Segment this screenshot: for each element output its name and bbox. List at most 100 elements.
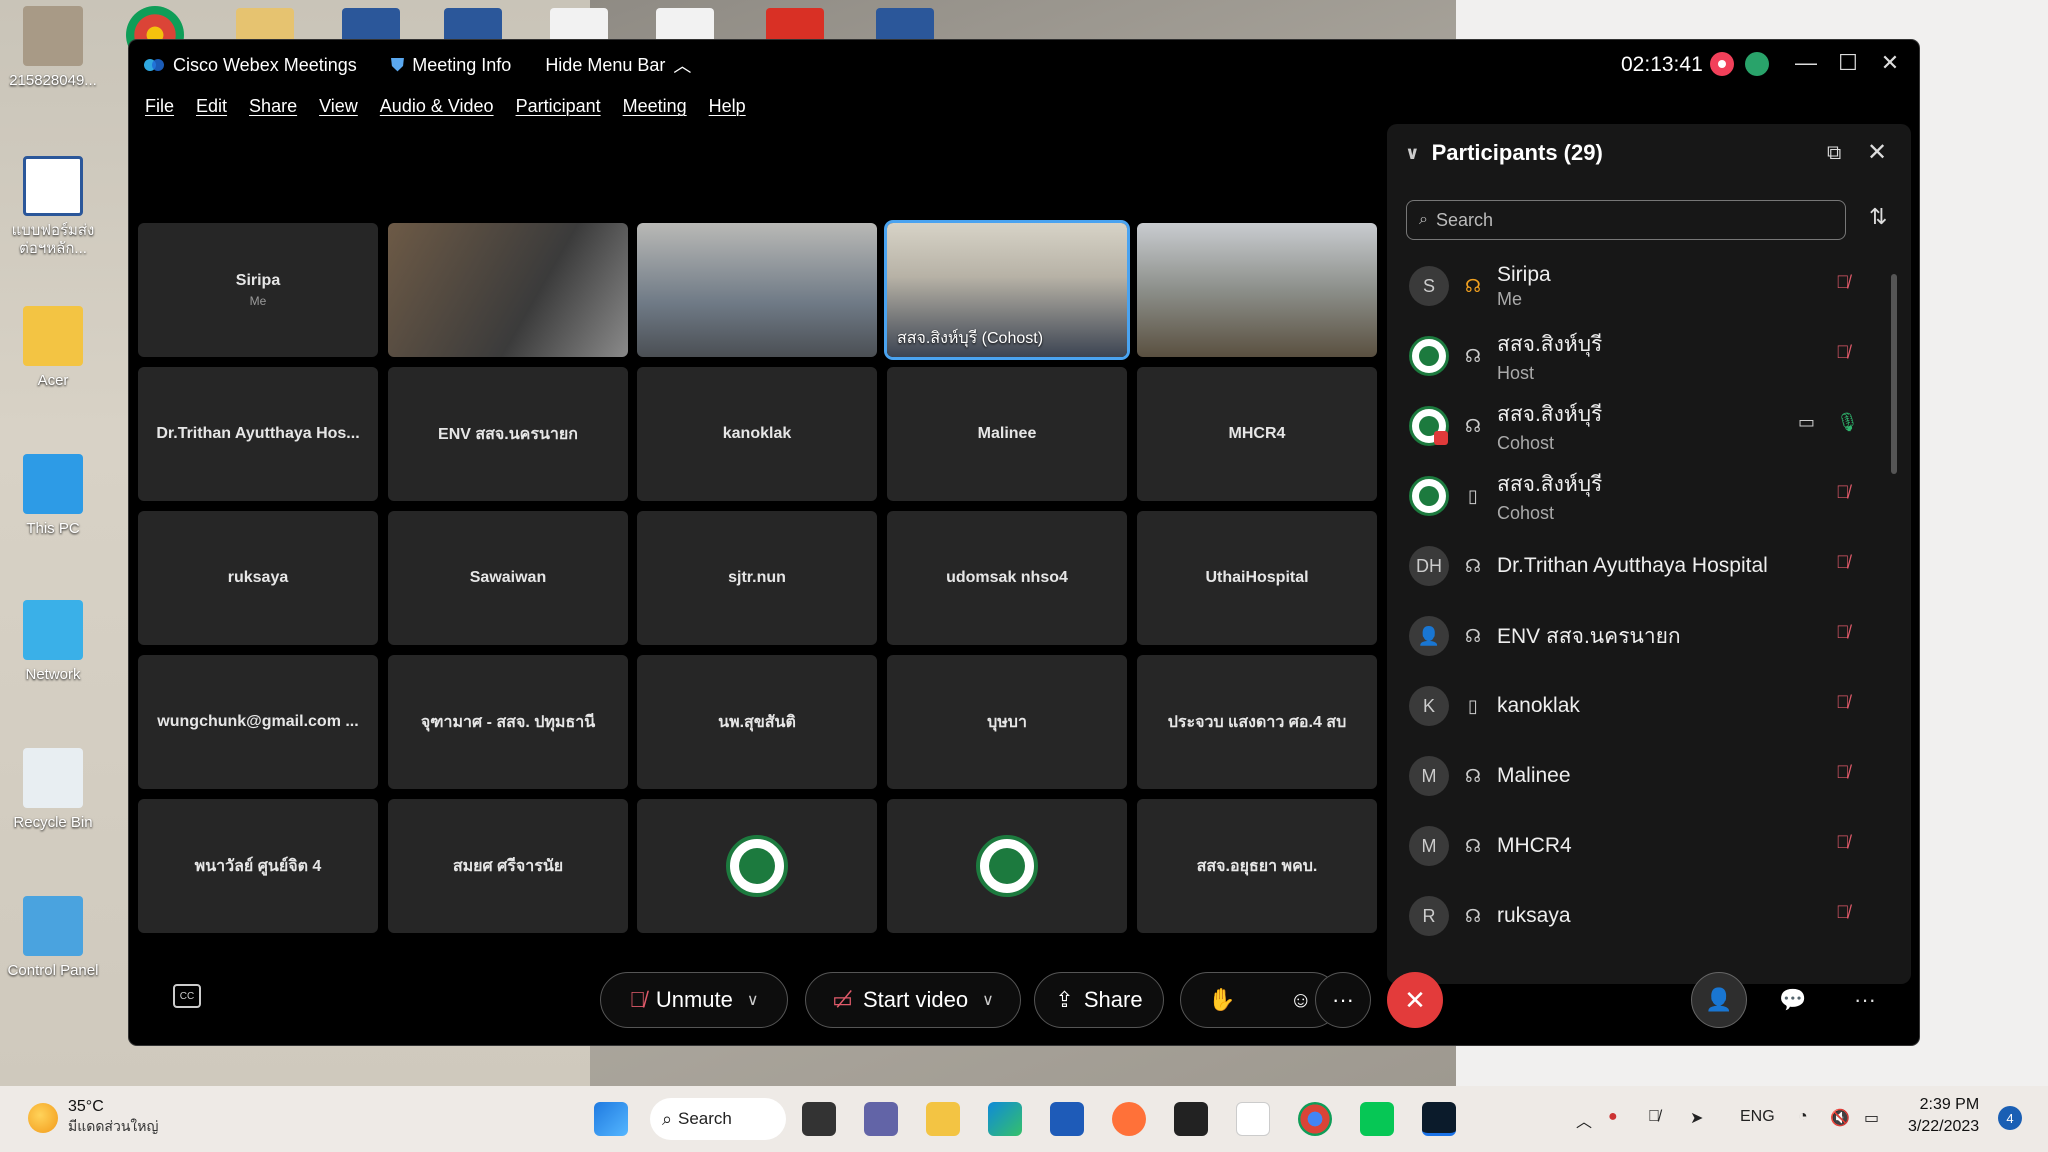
video-tile-active-speaker[interactable]: สสจ.สิงห์บุรี (Cohost) [887,223,1127,357]
video-tile-self[interactable]: Siripa Me [138,223,378,357]
video-tile-camera[interactable] [637,223,877,357]
pop-out-icon[interactable]: ⧉ [1827,142,1841,165]
video-tile[interactable]: udomsak nhso4 [887,511,1127,645]
video-tile[interactable]: UthaiHospital [1137,511,1377,645]
unmute-button[interactable]: 🎙̸ Unmute ∨ [600,972,788,1028]
chrome-icon[interactable] [1298,1102,1332,1136]
weather-widget[interactable]: 35°C มีแดดส่วนใหญ่ [28,1098,158,1138]
word-file-icon[interactable] [342,8,400,42]
muted-mic-icon[interactable]: 🎙̸ [1836,692,1850,713]
webex-taskbar-icon[interactable] [1422,1102,1456,1136]
desktop-acer-folder[interactable]: Acer [0,306,106,390]
muted-mic-icon[interactable]: 🎙̸ [1836,272,1850,293]
word-file-icon[interactable] [444,8,502,42]
chevron-down-icon[interactable]: ∨ [747,990,759,1010]
location-icon[interactable]: ➤ [1690,1108,1703,1128]
firefox-icon[interactable] [1112,1102,1146,1136]
participant-search-input[interactable]: ⌕ Search [1406,200,1846,240]
close-icon[interactable]: ✕ [1873,48,1907,78]
tray-overflow-icon[interactable]: ︿ [1576,1108,1592,1132]
menu-view[interactable]: View [319,96,358,126]
muted-mic-icon[interactable]: 🎙̸ [1836,342,1850,363]
video-tile-camera[interactable] [388,223,628,357]
participant-row[interactable]: K ▯ kanoklak 🎙̸ [1405,674,1885,738]
task-view-icon[interactable] [802,1102,836,1136]
participant-row[interactable]: M ☊ MHCR4 🎙̸ [1405,814,1885,878]
menu-meeting[interactable]: Meeting [623,96,687,126]
video-tile[interactable]: บุษบา [887,655,1127,789]
video-tile[interactable]: จุฑามาศ - สสจ. ปทุมธานี [388,655,628,789]
menu-help[interactable]: Help [709,96,746,126]
line-app-icon[interactable] [1360,1102,1394,1136]
video-tile[interactable] [887,799,1127,933]
participant-row[interactable]: M ☊ Malinee 🎙̸ [1405,744,1885,808]
folder-desktop-icon[interactable] [236,8,294,42]
menu-edit[interactable]: Edit [196,96,227,126]
video-tile[interactable]: MHCR4 [1137,367,1377,501]
participant-scrollbar[interactable] [1891,254,1897,934]
taskbar-search[interactable]: ⌕ Search [650,1098,786,1140]
tray-status-icon[interactable]: ● [1608,1108,1618,1126]
mic-muted-tray-icon[interactable]: 🎙̸ [1648,1108,1660,1126]
participant-row[interactable]: ☊ สสจ.สิงห์บุรี Host 🎙̸ [1405,324,1885,388]
menu-participant[interactable]: Participant [516,96,601,126]
volume-mute-icon[interactable]: 🔇 [1830,1108,1850,1128]
menu-share[interactable]: Share [249,96,297,126]
desktop-photo-file[interactable]: 215828049... [0,6,106,90]
reactions-icon[interactable]: ☺ [1290,987,1312,1013]
wifi-icon[interactable]: ◔ [1798,1108,1808,1126]
video-tile[interactable]: ENV สสจ.นครนายก [388,367,628,501]
muted-mic-icon[interactable]: 🎙̸ [1836,482,1850,503]
participant-row[interactable]: S ☊ Siripa Me 🎙̸ [1405,254,1885,318]
video-tile[interactable]: นพ.สุขสันติ [637,655,877,789]
document-file-icon[interactable] [656,8,714,42]
desktop-this-pc[interactable]: This PC [0,454,106,538]
video-tile[interactable]: sjtr.nun [637,511,877,645]
recording-icon[interactable] [1710,52,1734,76]
microsoft-store-icon[interactable] [1050,1102,1084,1136]
video-tile[interactable]: kanoklak [637,367,877,501]
network-health-icon[interactable] [1745,52,1769,76]
participant-row[interactable]: ▯ สสจ.สิงห์บุรี Cohost 🎙̸ [1405,464,1885,528]
share-button[interactable]: ⇪ Share [1034,972,1164,1028]
close-icon[interactable]: ✕ [1867,138,1887,167]
scrollbar-thumb[interactable] [1891,274,1897,474]
video-tile[interactable]: ประจวบ แสงดาว ศอ.4 สบ [1137,655,1377,789]
chevron-down-icon[interactable]: ∨ [982,990,994,1010]
chat-button[interactable]: 💬 [1765,972,1821,1028]
video-tile[interactable] [637,799,877,933]
video-tile[interactable]: Malinee [887,367,1127,501]
language-indicator[interactable]: ENG [1740,1108,1775,1126]
participant-row[interactable]: R ☊ ruksaya 🎙̸ [1405,884,1885,948]
pdf-file-icon[interactable] [766,8,824,42]
video-tile-camera[interactable] [1137,223,1377,357]
minimize-icon[interactable]: — [1789,48,1823,78]
dropbox-icon[interactable] [1174,1102,1208,1136]
mic-active-icon[interactable]: 🎙 [1836,412,1859,433]
start-video-button[interactable]: ▭̸ Start video ∨ [805,972,1021,1028]
desktop-recycle-bin[interactable]: Recycle Bin [0,748,106,832]
muted-mic-icon[interactable]: 🎙̸ [1836,832,1850,853]
video-tile[interactable]: wungchunk@gmail.com ... [138,655,378,789]
notification-badge[interactable]: 4 [1998,1106,2022,1130]
maximize-icon[interactable]: ☐ [1831,48,1865,78]
participants-toggle-button[interactable]: 👤 [1691,972,1747,1028]
menu-audio-video[interactable]: Audio & Video [380,96,494,126]
video-tile[interactable]: สสจ.อยุธยา พคบ. [1137,799,1377,933]
captions-icon[interactable]: CC [173,984,201,1008]
more-options-button[interactable]: ··· [1315,972,1371,1028]
desktop-control-panel[interactable]: Control Panel [0,896,106,980]
muted-mic-icon[interactable]: 🎙̸ [1836,762,1850,783]
video-tile[interactable]: ruksaya [138,511,378,645]
edge-browser-icon[interactable] [988,1102,1022,1136]
windows-start-icon[interactable] [594,1102,628,1136]
menu-file[interactable]: File [145,96,174,126]
muted-mic-icon[interactable]: 🎙̸ [1836,552,1850,573]
desktop-network[interactable]: Network [0,600,106,684]
sort-icon[interactable]: ⇅ [1869,204,1887,230]
video-tile[interactable]: สมยศ ศรีจารนัย [388,799,628,933]
video-tile[interactable]: พนาวัลย์ ศูนย์จิต 4 [138,799,378,933]
meeting-info-button[interactable]: ⛊ Meeting Info [391,55,512,76]
teams-chat-icon[interactable] [864,1102,898,1136]
muted-mic-icon[interactable]: 🎙̸ [1836,902,1850,923]
